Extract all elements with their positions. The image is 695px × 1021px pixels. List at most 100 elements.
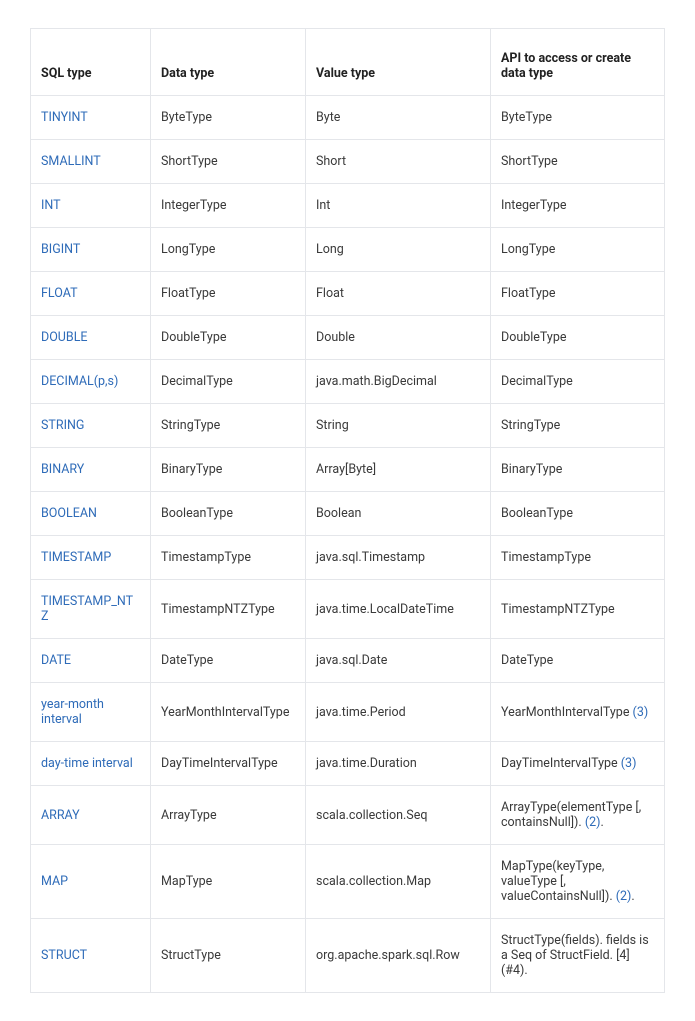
api-cell: ShortType (491, 140, 665, 184)
data-type-cell: StructType (151, 919, 306, 993)
api-text: DecimalType (501, 374, 573, 389)
sql-type-link[interactable]: BIGINT (41, 242, 80, 257)
api-text: StringType (501, 418, 560, 433)
api-text: FloatType (501, 286, 556, 301)
api-cell: ByteType (491, 96, 665, 140)
table-row: day-time intervalDayTimeIntervalTypejava… (31, 742, 665, 786)
sql-type-link[interactable]: MAP (41, 874, 68, 889)
data-type-cell: ByteType (151, 96, 306, 140)
value-type-cell: Float (306, 272, 491, 316)
api-cell: MapType(keyType, valueType [, valueConta… (491, 845, 665, 919)
api-cell: LongType (491, 228, 665, 272)
table-row: DOUBLE DoubleTypeDoubleDoubleType (31, 316, 665, 360)
value-type-cell: org.apache.spark.sql.Row (306, 919, 491, 993)
api-cell: DecimalType (491, 360, 665, 404)
data-type-cell: TimestampType (151, 536, 306, 580)
api-cell: DayTimeIntervalType (3) (491, 742, 665, 786)
api-cell: IntegerType (491, 184, 665, 228)
data-type-cell: DayTimeIntervalType (151, 742, 306, 786)
sql-type-link[interactable]: STRUCT (41, 948, 87, 963)
sql-type-link[interactable]: TIMESTAMP (41, 550, 111, 565)
api-text: YearMonthIntervalType (501, 705, 633, 720)
value-type-cell: java.time.LocalDateTime (306, 580, 491, 639)
value-type-cell: java.sql.Timestamp (306, 536, 491, 580)
sql-type-link[interactable]: DATE (41, 653, 71, 668)
header-sql-type: SQL type (31, 29, 151, 96)
sql-type-link[interactable]: day-time interval (41, 756, 133, 771)
sql-type-link[interactable]: BOOLEAN (41, 506, 97, 521)
note-ref-link[interactable]: (2) (585, 815, 601, 830)
api-text: TimestampNTZType (501, 602, 615, 617)
data-type-cell: ArrayType (151, 786, 306, 845)
note-ref-link[interactable]: (3) (633, 705, 649, 720)
value-type-cell: java.math.BigDecimal (306, 360, 491, 404)
value-type-cell: scala.collection.Map (306, 845, 491, 919)
value-type-cell: Short (306, 140, 491, 184)
api-cell: BooleanType (491, 492, 665, 536)
sql-type-link[interactable]: TIMESTAMP_NTZ (41, 594, 133, 624)
value-type-cell: Array[Byte] (306, 448, 491, 492)
value-type-cell: Long (306, 228, 491, 272)
data-type-cell: StringType (151, 404, 306, 448)
sql-type-link[interactable]: year-month interval (41, 697, 104, 727)
data-type-cell: IntegerType (151, 184, 306, 228)
value-type-cell: Int (306, 184, 491, 228)
table-row: STRUCT StructTypeorg.apache.spark.sql.Row… (31, 919, 665, 993)
sql-type-link[interactable]: SMALLINT (41, 154, 101, 169)
sql-type-link[interactable]: FLOAT (41, 286, 78, 301)
data-type-cell: MapType (151, 845, 306, 919)
sql-type-link[interactable]: STRING (41, 418, 84, 433)
value-type-cell: String (306, 404, 491, 448)
api-text: BooleanType (501, 506, 573, 521)
sql-type-link[interactable]: INT (41, 198, 61, 213)
sql-type-link[interactable]: TINYINT (41, 110, 88, 125)
table-row: DATEDateTypejava.sql.DateDateType (31, 639, 665, 683)
note-suffix: . (631, 889, 634, 904)
sql-type-link[interactable]: DOUBLE (41, 330, 88, 345)
api-text: ByteType (501, 110, 552, 125)
data-type-cell: DoubleType (151, 316, 306, 360)
value-type-cell: Byte (306, 96, 491, 140)
data-type-cell: LongType (151, 228, 306, 272)
api-text: DayTimeIntervalType (501, 756, 621, 771)
header-api: API to access or create data type (491, 29, 665, 96)
sql-type-link[interactable]: BINARY (41, 462, 84, 477)
api-text: TimestampType (501, 550, 591, 565)
api-cell: DoubleType (491, 316, 665, 360)
api-cell: DateType (491, 639, 665, 683)
table-header-row: SQL type Data type Value type API to acc… (31, 29, 665, 96)
api-cell: FloatType (491, 272, 665, 316)
note-ref-link[interactable]: (2) (616, 889, 632, 904)
data-type-cell: BinaryType (151, 448, 306, 492)
table-row: BINARYBinaryTypeArray[Byte]BinaryType (31, 448, 665, 492)
table-row: STRINGStringTypeStringStringType (31, 404, 665, 448)
data-type-cell: DateType (151, 639, 306, 683)
api-cell: StringType (491, 404, 665, 448)
header-data-type: Data type (151, 29, 306, 96)
table-row: DECIMAL(p,s)DecimalTypejava.math.BigDeci… (31, 360, 665, 404)
data-type-cell: DecimalType (151, 360, 306, 404)
note-ref-link[interactable]: (3) (621, 756, 637, 771)
value-type-cell: Double (306, 316, 491, 360)
sql-type-link[interactable]: DECIMAL(p,s) (41, 374, 118, 389)
api-text: LongType (501, 242, 555, 257)
table-row: TIMESTAMP_NTZTimestampNTZTypejava.time.L… (31, 580, 665, 639)
table-row: TIMESTAMPTimestampTypejava.sql.Timestamp… (31, 536, 665, 580)
value-type-cell: Boolean (306, 492, 491, 536)
sql-type-link[interactable]: ARRAY (41, 808, 80, 823)
data-type-cell: TimestampNTZType (151, 580, 306, 639)
value-type-cell: java.time.Period (306, 683, 491, 742)
table-row: year-month interval YearMonthIntervalType… (31, 683, 665, 742)
api-text: ArrayType(elementType [, containsNull]). (501, 800, 641, 830)
api-cell: StructType(fields). fields is a Seq of S… (491, 919, 665, 993)
api-cell: TimestampNTZType (491, 580, 665, 639)
api-cell: ArrayType(elementType [, containsNull]).… (491, 786, 665, 845)
table-row: FLOATFloatTypeFloatFloatType (31, 272, 665, 316)
value-type-cell: scala.collection.Seq (306, 786, 491, 845)
table-row: TINYINTByteTypeByteByteType (31, 96, 665, 140)
note-suffix: . (600, 815, 603, 830)
api-cell: TimestampType (491, 536, 665, 580)
api-text: MapType(keyType, valueType [, valueConta… (501, 859, 616, 904)
data-type-cell: YearMonthIntervalType (151, 683, 306, 742)
table-row: BOOLEANBooleanTypeBooleanBooleanType (31, 492, 665, 536)
